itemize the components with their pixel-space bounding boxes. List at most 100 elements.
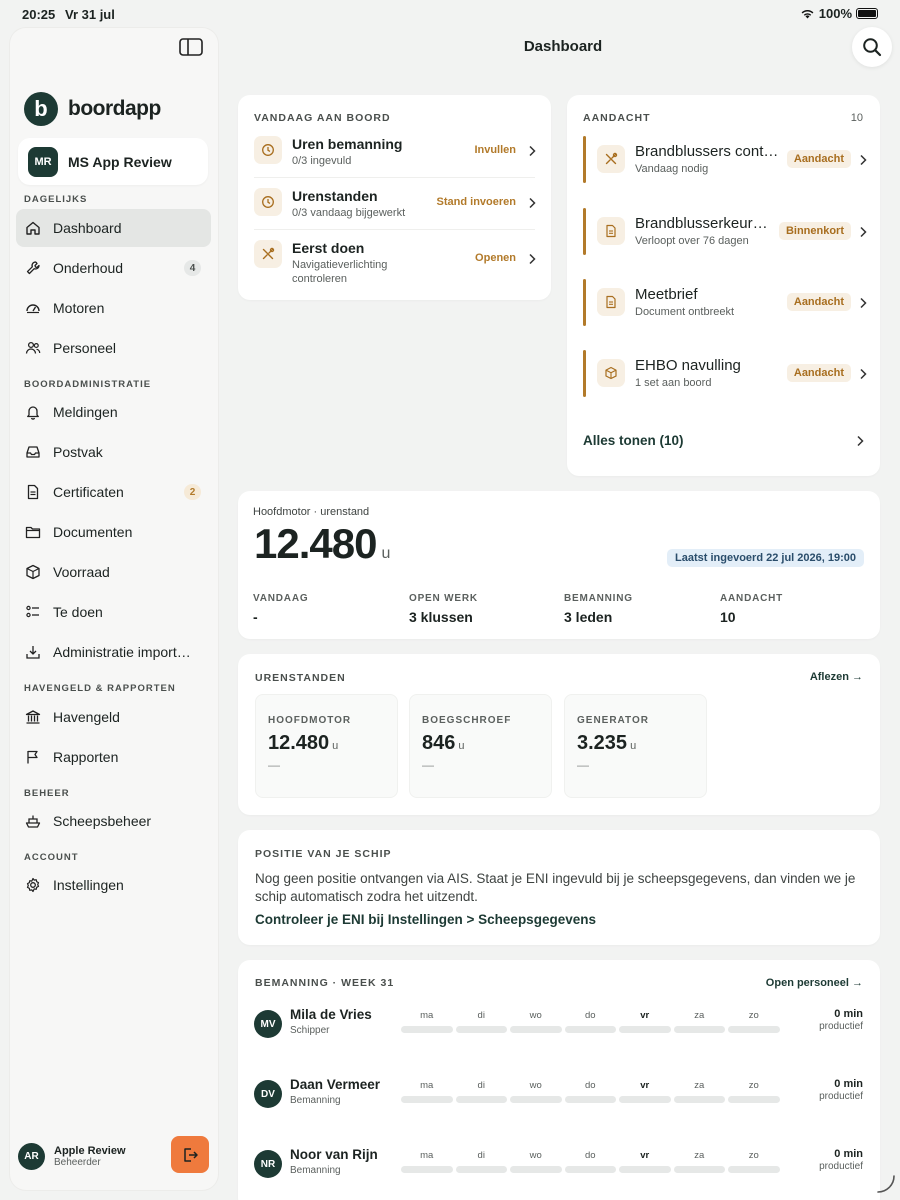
task-action: Stand invoeren xyxy=(436,196,516,208)
read-link[interactable]: Aflezen → xyxy=(810,671,863,683)
reading-label: HOOFDMOTOR xyxy=(268,715,352,726)
search-icon xyxy=(863,38,882,57)
day-label: do xyxy=(584,1080,596,1091)
task-subtitle: Navigatieverlichting controleren xyxy=(292,259,388,285)
crew-row[interactable]: NR Noor van Rijn Bemanning ma di wo do v… xyxy=(254,1146,863,1196)
task-subtitle: 0/3 vandaag bijgewerkt xyxy=(292,207,406,219)
inbox-icon xyxy=(26,446,40,458)
sidebar-item-label: Postvak xyxy=(53,444,103,460)
section-account: ACCOUNT xyxy=(24,852,79,863)
position-message: Nog geen positie ontvangen via AIS. Staa… xyxy=(255,871,856,904)
sidebar-item-motoren[interactable]: Motoren xyxy=(16,289,211,327)
sidebar-item-rapporten[interactable]: Rapporten xyxy=(16,738,211,776)
sidebar-item-label: Scheepsbeheer xyxy=(53,813,152,829)
day-cell: do xyxy=(564,1080,616,1103)
crew-role: Bemanning xyxy=(290,1095,341,1106)
day-bar xyxy=(510,1166,562,1173)
day-bar xyxy=(455,1166,507,1173)
day-bar xyxy=(455,1096,507,1103)
gauge-icon xyxy=(26,304,40,314)
sidebar-toggle-icon[interactable] xyxy=(179,38,203,56)
sidebar-item-scheepsbeheer[interactable]: Scheepsbeheer xyxy=(16,802,211,840)
logout-icon xyxy=(184,1147,198,1162)
attention-item[interactable]: Brandblusserkeuring Verloopt over 76 dag… xyxy=(583,208,867,255)
sidebar-item-personeel[interactable]: Personeel xyxy=(16,329,211,367)
open-personnel-link[interactable]: Open personeel → xyxy=(766,977,863,989)
day-cell: za xyxy=(673,1010,725,1033)
day-label: za xyxy=(694,1150,705,1161)
sidebar-item-label: Voorraad xyxy=(53,564,110,580)
sidebar-item-dashboard[interactable]: Dashboard xyxy=(16,209,211,247)
sidebar-item-import[interactable]: Administratie import… xyxy=(16,633,211,671)
chevron-right-icon xyxy=(529,145,536,157)
sidebar-item-certificaten[interactable]: Certificaten 2 xyxy=(16,473,211,511)
account-name: MS App Review xyxy=(68,153,172,170)
sidebar-item-instellingen[interactable]: Instellingen xyxy=(16,866,211,904)
attention-title: Meetbrief xyxy=(635,286,698,303)
stat-attention: AANDACHT 10 xyxy=(720,593,783,625)
sidebar-item-meldingen[interactable]: Meldingen xyxy=(16,393,211,431)
sidebar-item-tedoen[interactable]: Te doen xyxy=(16,593,211,631)
sidebar-item-label: Te doen xyxy=(53,604,103,620)
attention-subtitle: Vandaag nodig xyxy=(635,163,709,175)
day-label: do xyxy=(584,1150,596,1161)
sidebar-item-label: Certificaten xyxy=(53,484,124,500)
day-cell: wo xyxy=(510,1080,562,1103)
task-action: Invullen xyxy=(474,144,516,156)
attention-item[interactable]: EHBO navulling 1 set aan boord Aandacht xyxy=(583,350,867,397)
day-bar xyxy=(401,1096,453,1103)
reading-boegschroef[interactable]: BOEGSCHROEF 846 u — xyxy=(409,694,552,798)
minutes-value: 0 min xyxy=(834,1008,863,1020)
chevron-right-icon xyxy=(860,154,867,166)
attention-subtitle: Document ontbreekt xyxy=(635,306,735,318)
sidebar-item-onderhoud[interactable]: Onderhoud 4 xyxy=(16,249,211,287)
day-cell: za xyxy=(673,1150,725,1173)
minutes-label: productief xyxy=(819,1021,863,1032)
stat-label: OPEN WERK xyxy=(409,593,478,604)
engine-label: Hoofdmotor · urenstand xyxy=(253,506,370,518)
sidebar-item-label: Dashboard xyxy=(53,220,122,236)
logout-button[interactable] xyxy=(171,1136,209,1173)
show-all-link[interactable]: Alles tonen (10) xyxy=(583,432,864,450)
task-row[interactable]: Eerst doen Navigatieverlichting controle… xyxy=(254,240,538,286)
day-cell: di xyxy=(455,1080,507,1103)
task-row[interactable]: Urenstanden 0/3 vandaag bijgewerkt Stand… xyxy=(254,188,538,220)
day-bar xyxy=(619,1096,671,1103)
stat-open-work: OPEN WERK 3 klussen xyxy=(409,593,478,625)
crew-row[interactable]: MV Mila de Vries Schipper ma di wo do vr… xyxy=(254,1006,863,1056)
tools-icon xyxy=(254,240,282,268)
task-row[interactable]: Uren bemanning 0/3 ingevuld Invullen xyxy=(254,136,538,168)
search-button[interactable] xyxy=(852,27,892,67)
flag-icon xyxy=(27,750,38,764)
gear-icon xyxy=(26,877,40,893)
crew-row[interactable]: DV Daan Vermeer Bemanning ma di wo do vr… xyxy=(254,1076,863,1126)
battery-percent: 100% xyxy=(818,6,852,21)
reading-hoofdmotor[interactable]: HOOFDMOTOR 12.480 u — xyxy=(255,694,398,798)
divider xyxy=(254,229,535,230)
day-label: zo xyxy=(748,1080,759,1091)
attention-bar xyxy=(583,208,586,255)
section-admin: BOORDADMINISTRATIE xyxy=(24,379,152,390)
sidebar-item-voorraad[interactable]: Voorraad xyxy=(16,553,211,591)
status-bar: 20:25 Vr 31 jul 100% xyxy=(0,0,900,28)
sidebar-item-postvak[interactable]: Postvak xyxy=(16,433,211,471)
sidebar: b boordapp MR MS App Review DAGELIJKS Da… xyxy=(10,28,218,1190)
attention-item[interactable]: Brandblussers controleren Vandaag nodig … xyxy=(583,136,867,183)
day-cell: do xyxy=(564,1150,616,1173)
sidebar-item-label: Meldingen xyxy=(53,404,118,420)
status-date: Vr 31 jul xyxy=(65,7,115,22)
card-title: VANDAAG AAN BOORD xyxy=(254,112,391,124)
clock-icon xyxy=(254,136,282,164)
day-label: di xyxy=(477,1150,485,1161)
home-icon xyxy=(26,221,40,235)
account-switcher[interactable]: MR MS App Review xyxy=(18,138,208,185)
attention-item[interactable]: Meetbrief Document ontbreekt Aandacht xyxy=(583,279,867,326)
card-title: POSITIE VAN JE SCHIP xyxy=(255,848,392,860)
crew-minutes: 0 min productief xyxy=(819,1078,863,1102)
day-bar xyxy=(728,1026,780,1033)
today-on-board-card: VANDAAG AAN BOORD Uren bemanning 0/3 ing… xyxy=(238,95,551,300)
eni-settings-link[interactable]: Controleer je ENI bij Instellingen > Sch… xyxy=(255,912,596,927)
sidebar-item-documenten[interactable]: Documenten xyxy=(16,513,211,551)
reading-generator[interactable]: GENERATOR 3.235 u — xyxy=(564,694,707,798)
sidebar-item-havengeld[interactable]: Havengeld xyxy=(16,698,211,736)
